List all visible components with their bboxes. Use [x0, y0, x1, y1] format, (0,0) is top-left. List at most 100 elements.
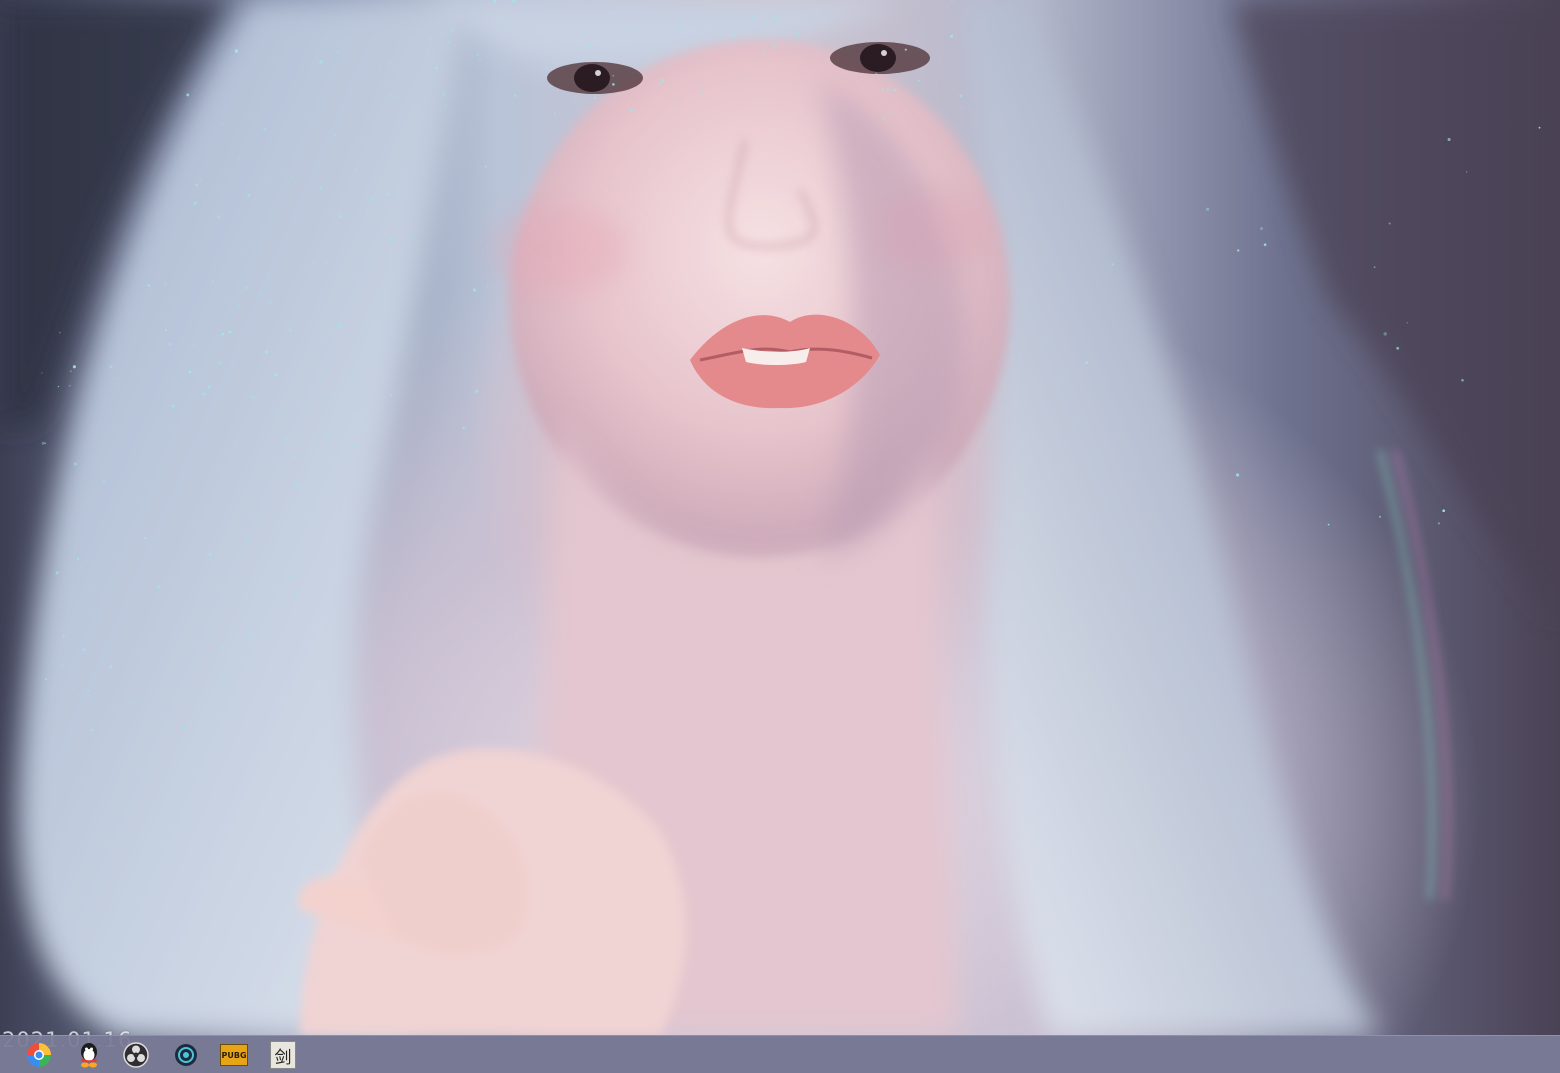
sparkle-dot	[334, 134, 337, 137]
sparkle-dot	[222, 122, 225, 126]
obs-studio-icon[interactable]	[121, 1040, 151, 1070]
sparkle-dot	[147, 284, 151, 287]
sparkle-dot	[263, 127, 266, 131]
sparkle-dot	[356, 39, 359, 42]
pubg-icon[interactable]: PUBG	[219, 1040, 249, 1070]
sparkle-dot	[292, 416, 294, 418]
sparkle-dot	[122, 718, 124, 721]
sparkle-dot	[462, 427, 465, 430]
sparkle-dot	[157, 585, 161, 589]
sparkle-dot	[1383, 332, 1387, 336]
sparkle-dot	[208, 552, 212, 557]
sparkle-dot	[274, 663, 277, 666]
sparkle-dot	[476, 52, 480, 56]
sparkle-dot	[244, 286, 248, 290]
jian-badge-text: 剑	[274, 1047, 292, 1068]
qq-penguin-icon[interactable]	[74, 1040, 104, 1070]
sparkle-dot	[76, 557, 80, 561]
sparkle-dot	[251, 395, 255, 399]
sparkle-dot	[321, 242, 323, 244]
sparkle-dot	[90, 728, 94, 732]
sparkle-dot	[354, 168, 356, 170]
sparkle-dot	[447, 41, 450, 44]
sparkle-dot	[69, 370, 72, 373]
sparkle-dot	[587, 44, 591, 49]
sparkle-dot	[285, 436, 289, 440]
sparkle-dot	[795, 33, 800, 38]
sparkle-dot	[608, 11, 612, 15]
sparkle-dot	[773, 45, 777, 50]
sparkle-dot	[73, 462, 77, 466]
sparkle-dot	[949, 34, 954, 39]
sparkle-dot	[109, 665, 113, 669]
sparkle-dot	[882, 116, 886, 120]
sparkle-dot	[285, 40, 287, 43]
sparkle-dot	[211, 280, 215, 283]
sparkle-dot	[959, 94, 963, 98]
sparkle-dot	[961, 106, 964, 109]
sparkle-dot	[612, 74, 614, 77]
sparkle-dot	[296, 483, 300, 487]
sparkle-dot	[129, 701, 133, 704]
sparkle-dot	[701, 89, 705, 93]
sparkle-dot	[366, 214, 369, 217]
sparkle-dot	[390, 394, 393, 397]
sparkle-dot	[274, 372, 278, 377]
sparkle-dot	[554, 61, 558, 64]
sparkle-dot	[78, 694, 81, 697]
sparkle-dot	[188, 370, 192, 374]
sparkle-dot	[267, 177, 270, 180]
sparkle-dot	[350, 146, 353, 149]
sparkle-dot	[584, 119, 586, 121]
sparkle-dot	[350, 377, 354, 381]
sparkle-dot	[553, 112, 556, 115]
sparkle-dot	[378, 65, 381, 68]
sparkle-dot	[336, 264, 338, 267]
sparkle-dot	[389, 93, 393, 97]
sparkle-dot	[267, 275, 270, 277]
sparkle-dot	[486, 284, 489, 287]
sparkle-dot	[79, 566, 82, 568]
sparkle-dot	[602, 60, 605, 62]
sparkle-dot	[62, 635, 66, 638]
sparkle-dot	[631, 9, 635, 13]
sparkle-dot	[1538, 126, 1541, 129]
sparkle-dot	[168, 342, 172, 346]
jian-game-icon[interactable]: 剑	[268, 1040, 298, 1070]
sparkle-dot	[390, 237, 394, 242]
sparkle-dot	[348, 206, 350, 208]
sparkle-dot	[435, 66, 438, 70]
sparkle-dot	[41, 441, 45, 445]
browser-icon[interactable]	[24, 1040, 54, 1070]
sparkle-dot	[270, 502, 273, 505]
sparkle-dot	[232, 361, 235, 365]
sparkle-dot	[260, 294, 262, 296]
sparkle-dot	[1373, 266, 1376, 268]
sparkle-dot	[216, 214, 221, 219]
sparkle-dot	[103, 479, 105, 482]
sparkle-dot	[681, 51, 684, 54]
sparkle-dot	[486, 245, 488, 247]
sparkle-dot	[658, 82, 662, 86]
sparkle-dot	[255, 400, 258, 403]
sparkle-dot	[1085, 361, 1089, 365]
sparkle-dot	[761, 45, 763, 47]
sparkle-dot	[275, 640, 278, 643]
sparkle-dot	[186, 93, 190, 97]
taskbar: PUBG 剑	[0, 1035, 1560, 1073]
sparkle-dot	[387, 192, 391, 196]
sparkle-dot	[193, 343, 196, 346]
sparkle-dot	[323, 339, 326, 342]
sparkle-dot	[678, 28, 682, 32]
sparkle-dot	[465, 268, 467, 270]
sparkle-dot	[1263, 243, 1267, 247]
sparkle-dot	[714, 112, 717, 114]
sparkle-dot	[371, 197, 375, 201]
sparkle-dot	[41, 372, 43, 374]
sparkle-dot	[667, 65, 669, 67]
steam-like-round-icon[interactable]	[171, 1040, 201, 1070]
sparkle-dot	[763, 50, 766, 53]
sparkle-dot	[269, 301, 272, 304]
sparkle-dot	[426, 28, 429, 31]
sparkle-dot	[1388, 222, 1391, 225]
